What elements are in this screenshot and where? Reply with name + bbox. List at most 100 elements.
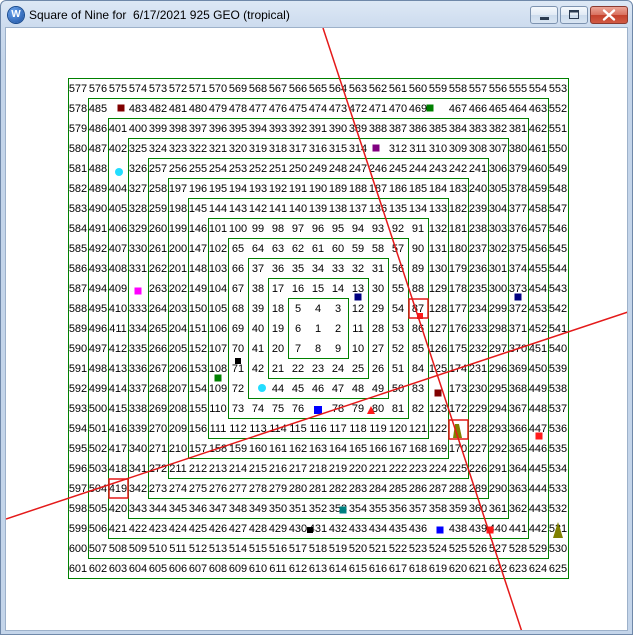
grid-number: 105 (209, 303, 227, 315)
grid-number: 65 (232, 243, 244, 255)
grid-number: 90 (412, 243, 424, 255)
grid-number: 253 (229, 163, 247, 175)
grid-number: 358 (429, 503, 447, 515)
grid-number: 39 (252, 303, 264, 315)
grid-number: 303 (489, 223, 507, 235)
grid-number: 36 (272, 263, 284, 275)
grid-number: 179 (449, 263, 467, 275)
grid-number: 589 (69, 323, 87, 335)
grid-number: 191 (289, 183, 307, 195)
w-logo-icon[interactable]: W (8, 7, 24, 23)
grid-number: 175 (449, 343, 467, 355)
grid-number: 434 (369, 523, 387, 535)
grid-number: 254 (209, 163, 227, 175)
grid-number: 154 (189, 383, 207, 395)
grid-number: 270 (149, 423, 167, 435)
grid-number: 236 (469, 263, 487, 275)
grid-number: 329 (129, 223, 147, 235)
grid-number: 349 (249, 503, 267, 515)
grid-number: 17 (272, 283, 284, 295)
grid-number: 351 (289, 503, 307, 515)
grid-number: 337 (129, 383, 147, 395)
grid-number: 525 (449, 543, 467, 555)
grid-number: 202 (169, 283, 187, 295)
grid-number: 465 (489, 103, 507, 115)
minimize-button[interactable] (530, 6, 558, 24)
grid-number: 367 (509, 403, 527, 415)
grid-number: 130 (429, 263, 447, 275)
grid-number: 473 (329, 103, 347, 115)
grid-number: 514 (229, 543, 247, 555)
grid-number: 556 (489, 83, 507, 95)
grid-number: 226 (469, 463, 487, 475)
grid-number: 522 (389, 543, 407, 555)
grid-number: 583 (69, 203, 87, 215)
grid-number: 35 (292, 263, 304, 275)
grid-number: 580 (69, 143, 87, 155)
grid-number: 163 (309, 443, 327, 455)
grid-number: 121 (409, 423, 427, 435)
marker-green-square (214, 374, 222, 382)
close-icon (602, 9, 616, 21)
grid-number: 346 (189, 503, 207, 515)
grid-number: 203 (169, 303, 187, 315)
grid-number: 363 (509, 483, 527, 495)
grid-number: 8 (315, 343, 321, 355)
grid-number: 128 (429, 303, 447, 315)
grid-number: 518 (309, 543, 327, 555)
grid-number: 435 (389, 523, 407, 535)
grid-number: 433 (349, 523, 367, 535)
grid-number: 7 (295, 343, 301, 355)
grid-number: 595 (69, 443, 87, 455)
grid-number: 129 (429, 283, 447, 295)
grid-number: 258 (149, 183, 167, 195)
grid-number: 533 (549, 483, 567, 495)
grid-number: 193 (249, 183, 267, 195)
grid-number: 482 (149, 103, 167, 115)
grid-number: 408 (109, 263, 127, 275)
grid-number: 554 (529, 83, 547, 95)
grid-number: 34 (312, 263, 324, 275)
marker-purple-square (372, 144, 380, 152)
grid-number: 69 (232, 323, 244, 335)
grid-number: 61 (312, 243, 324, 255)
grid-number: 81 (392, 403, 404, 415)
grid-number: 366 (509, 423, 527, 435)
grid-number: 608 (209, 563, 227, 575)
grid-number: 290 (489, 483, 507, 495)
grid-number: 513 (209, 543, 227, 555)
grid-number: 450 (529, 363, 547, 375)
grid-number: 576 (89, 83, 107, 95)
grid-number: 279 (269, 483, 287, 495)
grid-number: 335 (129, 343, 147, 355)
grid-number: 502 (89, 443, 107, 455)
close-button[interactable] (590, 6, 628, 24)
grid-number: 116 (309, 423, 327, 435)
maximize-button[interactable] (560, 6, 588, 24)
grid-number: 356 (389, 503, 407, 515)
grid-number: 316 (309, 143, 327, 155)
grid-number: 205 (169, 343, 187, 355)
grid-number: 221 (369, 463, 387, 475)
grid-number: 623 (509, 563, 527, 575)
grid-number: 542 (549, 303, 567, 315)
grid-number: 196 (189, 183, 207, 195)
grid-number: 457 (529, 223, 547, 235)
grid-number: 506 (89, 523, 107, 535)
grid-number: 312 (389, 143, 407, 155)
grid-number: 283 (349, 483, 367, 495)
grid-number: 249 (309, 163, 327, 175)
grid-number: 527 (489, 543, 507, 555)
marker-maroon-square (434, 389, 442, 397)
grid-number: 52 (392, 343, 404, 355)
grid-number: 20 (272, 343, 284, 355)
grid-number: 212 (189, 463, 207, 475)
grid-number: 42 (252, 363, 264, 375)
grid-number: 496 (89, 323, 107, 335)
grid-number: 169 (429, 443, 447, 455)
grid-number: 194 (229, 183, 247, 195)
grid-number: 342 (129, 483, 147, 495)
title-bar[interactable]: W Square of Nine for 6/17/2021 925 GEO (… (1, 1, 632, 28)
grid-number: 248 (329, 163, 347, 175)
grid-number: 508 (109, 543, 127, 555)
